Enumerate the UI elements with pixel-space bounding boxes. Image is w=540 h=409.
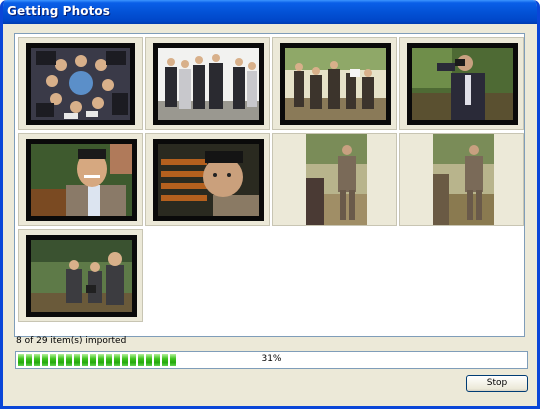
photo-thumbnail-group-standing bbox=[153, 43, 264, 125]
getting-photos-dialog: Getting Photos 8 of 29 item(s) imported … bbox=[0, 0, 540, 409]
thumbnail-cell[interactable] bbox=[399, 133, 524, 226]
progress-percent-label: 31% bbox=[261, 354, 282, 364]
import-status-text: 8 of 29 item(s) imported bbox=[16, 336, 127, 346]
photo-thumbnail-man-photographing bbox=[407, 43, 518, 125]
thumbnail-cell[interactable] bbox=[18, 229, 143, 322]
photo-thumbnail-smiling-man bbox=[26, 139, 137, 221]
thumbnail-cell[interactable] bbox=[18, 133, 143, 226]
thumbnail-grid[interactable] bbox=[14, 33, 525, 337]
thumbnail-cell[interactable] bbox=[399, 37, 524, 130]
photo-thumbnail-man-closeup bbox=[153, 139, 264, 221]
thumbnail-cell[interactable] bbox=[18, 37, 143, 130]
thumbnail-cell[interactable] bbox=[145, 133, 270, 226]
thumbnail-cell[interactable] bbox=[145, 37, 270, 130]
thumbnail-cell[interactable] bbox=[272, 133, 397, 226]
thumbnail-cell[interactable] bbox=[272, 37, 397, 130]
dialog-content: 8 of 29 item(s) imported 31% Stop bbox=[3, 24, 537, 406]
stop-button[interactable]: Stop bbox=[466, 375, 528, 392]
photo-thumbnail-group-circle bbox=[26, 43, 135, 125]
photo-thumbnail-man-portrait bbox=[306, 134, 367, 225]
photo-thumbnail-group-camera bbox=[280, 43, 391, 125]
window-title: Getting Photos bbox=[7, 4, 110, 18]
import-progress-bar: 31% bbox=[15, 351, 528, 369]
title-bar[interactable]: Getting Photos bbox=[3, 0, 537, 24]
photo-thumbnail-man-portrait-2 bbox=[433, 134, 494, 225]
photo-thumbnail-group-trees bbox=[26, 235, 137, 317]
